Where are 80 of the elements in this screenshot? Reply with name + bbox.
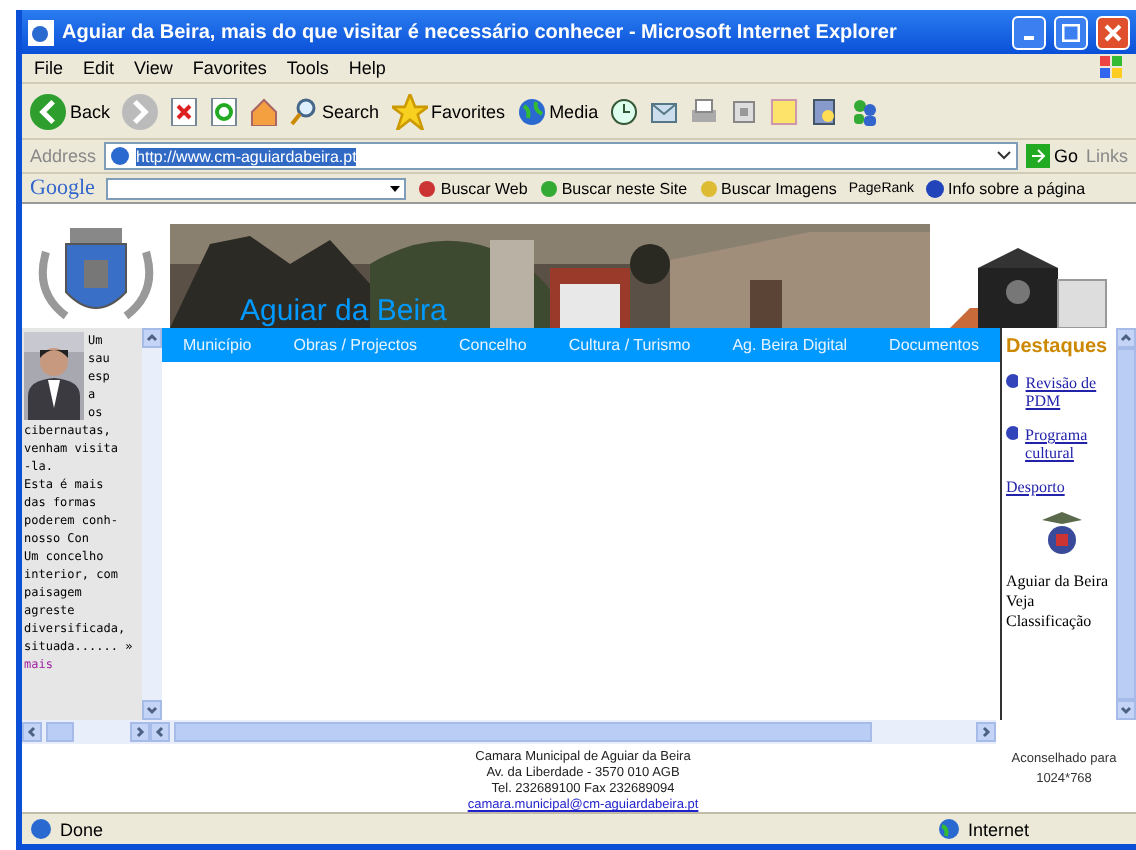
bullet-icon — [1006, 374, 1018, 388]
google-logo[interactable]: Google — [30, 176, 95, 200]
home-icon — [250, 97, 279, 125]
chevron-icon — [980, 726, 992, 738]
chevron-icon — [1120, 704, 1132, 716]
web-search-button[interactable]: Buscar Web — [418, 179, 528, 197]
search-field[interactable] — [106, 177, 407, 199]
printer-icon — [690, 97, 719, 125]
site-title: Aguiar da Beira — [240, 294, 447, 328]
go-button[interactable]: Go — [1025, 144, 1078, 168]
menu-item[interactable]: Help — [348, 58, 386, 78]
toolbar-button[interactable]: Favorites — [391, 93, 506, 129]
scroll-up-button[interactable] — [1116, 328, 1136, 348]
scroll-left-button[interactable] — [22, 722, 42, 742]
menu-item[interactable]: View — [134, 58, 173, 78]
globe-icon — [517, 97, 546, 125]
clock-icon — [610, 97, 639, 125]
refresh-icon — [210, 97, 239, 125]
people-icon — [850, 97, 879, 125]
classification-text: Aguiar da Beira Veja Classificação — [1006, 572, 1111, 632]
scroll-right-button[interactable] — [976, 722, 996, 742]
toolbar-icon-button[interactable] — [850, 97, 879, 125]
bullet-icon — [1006, 426, 1018, 440]
sport-link[interactable]: Desporto — [1006, 478, 1116, 496]
scroll-left-button[interactable] — [150, 722, 170, 742]
scrollbar[interactable] — [22, 720, 150, 744]
toolbar-icon-button[interactable] — [650, 97, 679, 125]
toolbar-button[interactable]: Search — [290, 97, 380, 125]
stop-icon — [170, 97, 199, 125]
minimize-button[interactable] — [1012, 15, 1046, 49]
round-icon — [539, 179, 558, 197]
scrollbar[interactable] — [1116, 328, 1136, 720]
maximize-button[interactable] — [1054, 15, 1088, 49]
browser-icon — [28, 19, 54, 45]
web-search-button[interactable]: Buscar neste Site — [539, 179, 688, 197]
scroll-down-button[interactable] — [142, 700, 162, 720]
scroll-down-button[interactable] — [1116, 700, 1136, 720]
menu-item[interactable]: Favorites — [192, 58, 267, 78]
info-button[interactable]: Info sobre a página — [926, 179, 1086, 197]
chevron-icon — [1120, 332, 1132, 344]
scrollbar[interactable] — [142, 328, 162, 720]
scroll-right-button[interactable] — [130, 722, 150, 742]
dropdown-icon — [995, 148, 1012, 164]
toolbar-icon-button[interactable] — [610, 97, 639, 125]
round-icon — [699, 179, 718, 197]
scroll-up-button[interactable] — [142, 328, 162, 348]
toolbar-icon-button[interactable] — [210, 97, 239, 125]
zone-text: Internet — [968, 819, 1032, 839]
envelope-icon — [650, 97, 679, 125]
emblem-icon — [1041, 512, 1081, 556]
menu-item[interactable]: Tools — [286, 58, 329, 78]
arrow-icon — [1025, 144, 1050, 168]
maximize-icon — [1062, 23, 1080, 41]
info-icon — [926, 179, 945, 197]
note-icon — [770, 97, 799, 125]
web-search-button[interactable]: Buscar Imagens — [699, 179, 837, 197]
window-title: Aguiar da Beira, mais do que visitar é necessário conhecer - Microsoft Internet Explorer — [62, 21, 899, 43]
highlights-title: Destaques — [1006, 336, 1110, 358]
close-button[interactable] — [1096, 15, 1130, 49]
highlight-link[interactable]: Programa cultural — [1025, 426, 1116, 462]
menu-item[interactable]: Edit — [83, 58, 115, 78]
star-icon — [391, 93, 428, 129]
windows-logo-icon — [1100, 56, 1124, 80]
toolbar-button[interactable]: Back — [30, 93, 111, 129]
round-icon — [418, 179, 437, 197]
menu-item[interactable]: File — [34, 58, 64, 78]
close-icon — [1104, 23, 1122, 41]
chevron-icon — [26, 726, 38, 738]
scrollbar[interactable] — [150, 720, 996, 744]
highlight-link[interactable]: Revisão de PDM — [1025, 374, 1116, 410]
toolbar-button[interactable]: Media — [517, 97, 599, 125]
toolbar-icon-button[interactable] — [250, 97, 279, 125]
chevron-icon — [146, 332, 158, 344]
address-label: Address — [30, 146, 97, 166]
search-icon — [290, 97, 319, 125]
toolbar-icon-button[interactable] — [690, 97, 719, 125]
globe-icon — [938, 818, 960, 840]
address-field[interactable]: http://www.cm-aguiardabeira.pt — [104, 142, 1018, 170]
toolbar-icon-button[interactable] — [170, 97, 199, 125]
status-text: Done — [60, 819, 104, 839]
